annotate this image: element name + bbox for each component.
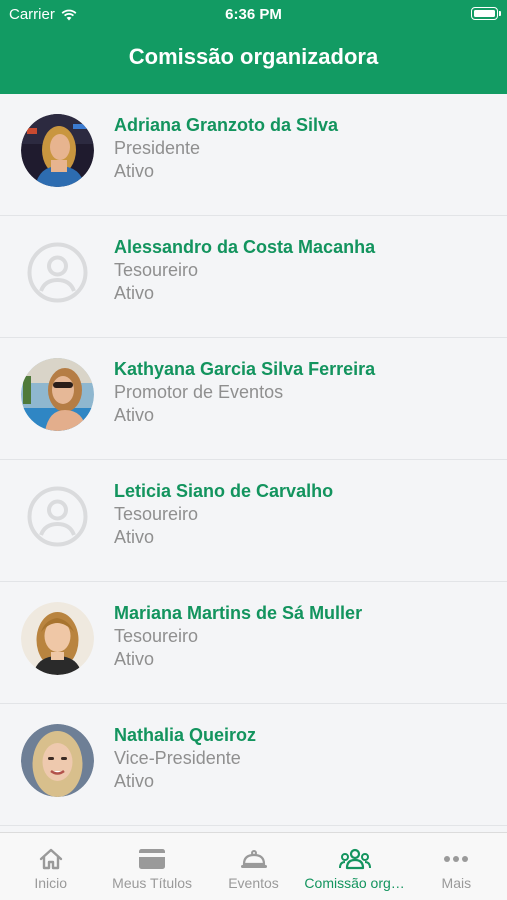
tab-label: Mais <box>441 875 472 891</box>
page-title: Comissão organizadora <box>128 44 379 69</box>
avatar-photo <box>21 724 94 797</box>
group-icon <box>338 848 371 870</box>
member-row[interactable]: Alessandro da Costa Macanha Tesoureiro A… <box>0 216 507 338</box>
member-name: Adriana Granzoto da Silva <box>114 115 339 135</box>
tab-label: Meus Títulos <box>112 875 193 891</box>
member-info: Leticia Siano de Carvalho Tesoureiro Ati… <box>114 480 333 549</box>
member-role: Vice-Presidente <box>114 748 241 768</box>
member-row[interactable]: Adriana Granzoto da Silva Presidente Ati… <box>0 94 507 216</box>
member-role: Tesoureiro <box>114 260 199 280</box>
member-role: Promotor de Eventos <box>114 382 284 402</box>
tab-label: Eventos <box>228 875 279 891</box>
member-list: Adriana Granzoto da Silva Presidente Ati… <box>0 94 507 832</box>
tab-inicio[interactable]: Inicio <box>0 833 101 900</box>
avatar-photo <box>21 358 94 431</box>
card-icon <box>139 849 166 869</box>
member-info: Alessandro da Costa Macanha Tesoureiro A… <box>114 236 375 305</box>
member-name: Mariana Martins de Sá Muller <box>114 603 363 623</box>
member-info: Adriana Granzoto da Silva Presidente Ati… <box>114 114 338 183</box>
member-row[interactable]: Nathalia Queiroz Vice-Presidente Ativo <box>0 704 507 826</box>
cloche-icon <box>240 850 267 868</box>
tab-eventos[interactable]: Eventos <box>203 833 304 900</box>
member-status: Ativo <box>114 649 155 669</box>
more-icon <box>444 856 469 862</box>
clock: 6:36 PM <box>225 6 282 23</box>
member-info: Nathalia Queiroz Vice-Presidente Ativo <box>114 724 256 793</box>
tab-mais[interactable]: Mais <box>406 833 507 900</box>
avatar-placeholder-icon <box>21 236 94 309</box>
home-icon <box>39 848 62 870</box>
tab-label: Comissão organizadora <box>304 875 405 891</box>
tab-label: Inicio <box>34 875 68 891</box>
member-row[interactable]: Mariana Martins de Sá Muller Tesoureiro … <box>0 582 507 704</box>
member-info: Mariana Martins de Sá Muller Tesoureiro … <box>114 602 362 671</box>
member-role: Tesoureiro <box>114 626 199 646</box>
member-name: Alessandro da Costa Macanha <box>114 237 376 257</box>
member-status: Ativo <box>114 405 155 425</box>
avatar-photo <box>21 602 94 675</box>
member-info: Kathyana Garcia Silva Ferreira Promotor … <box>114 358 375 427</box>
status-bar: Carrier 6:36 PM <box>0 0 507 30</box>
member-name: Kathyana Garcia Silva Ferreira <box>114 359 376 379</box>
member-role: Tesoureiro <box>114 504 199 524</box>
tab-bar: Inicio Meus Títulos Eventos Comissão org… <box>0 832 507 900</box>
member-status: Ativo <box>114 161 155 181</box>
app-header: Carrier 6:36 PM Comissão organizadora <box>0 0 507 94</box>
member-name: Nathalia Queiroz <box>114 725 257 745</box>
member-row[interactable]: Leticia Siano de Carvalho Tesoureiro Ati… <box>0 460 507 582</box>
member-status: Ativo <box>114 527 155 547</box>
avatar-photo <box>21 114 94 187</box>
avatar-placeholder-icon <box>21 480 94 553</box>
member-status: Ativo <box>114 771 155 791</box>
battery-icon <box>471 7 501 20</box>
tab-comissao[interactable]: Comissão organizadora <box>304 833 405 900</box>
member-name: Leticia Siano de Carvalho <box>114 481 334 501</box>
member-status: Ativo <box>114 283 155 303</box>
member-role: Presidente <box>114 138 201 158</box>
member-row[interactable]: Kathyana Garcia Silva Ferreira Promotor … <box>0 338 507 460</box>
tab-meus-titulos[interactable]: Meus Títulos <box>101 833 202 900</box>
